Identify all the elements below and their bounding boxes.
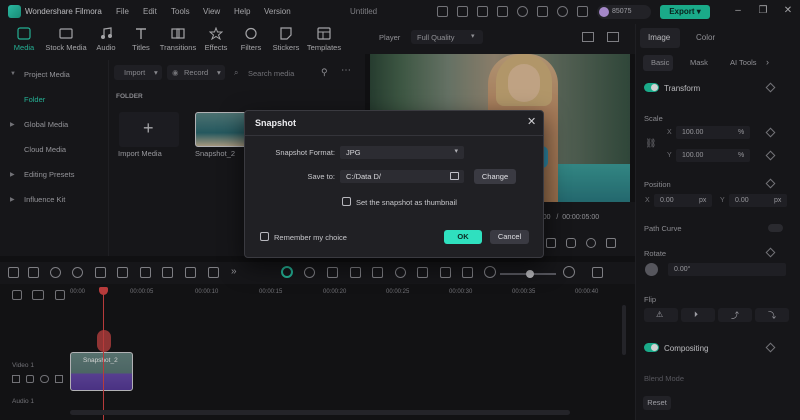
snapshot-dialog: Snapshot ✕ Snapshot Format: JPG ▾ Save t… [244, 110, 544, 258]
snapshot-format-value: JPG [346, 148, 361, 157]
ok-button[interactable]: OK [444, 230, 482, 244]
remember-choice-checkbox[interactable] [260, 232, 269, 241]
dialog-title: Snapshot [255, 118, 297, 128]
save-to-label: Save to: [307, 172, 335, 181]
chevron-down-icon: ▾ [454, 148, 458, 155]
snapshot-format-select[interactable]: JPG ▾ [340, 146, 464, 159]
folder-icon[interactable] [450, 172, 459, 180]
cancel-button[interactable]: Cancel [490, 230, 529, 244]
remember-choice-label: Remember my choice [274, 233, 347, 242]
change-button[interactable]: Change [474, 169, 516, 184]
thumbnail-checkbox-label: Set the snapshot as thumbnail [356, 198, 457, 207]
save-path-input[interactable]: C:/Data D/ [340, 170, 464, 183]
snapshot-format-label: Snapshot Format: [275, 148, 335, 157]
thumbnail-checkbox[interactable] [342, 197, 351, 206]
save-path-value: C:/Data D/ [346, 172, 382, 181]
close-icon[interactable]: ✕ [527, 115, 536, 128]
dialog-divider [245, 135, 543, 136]
